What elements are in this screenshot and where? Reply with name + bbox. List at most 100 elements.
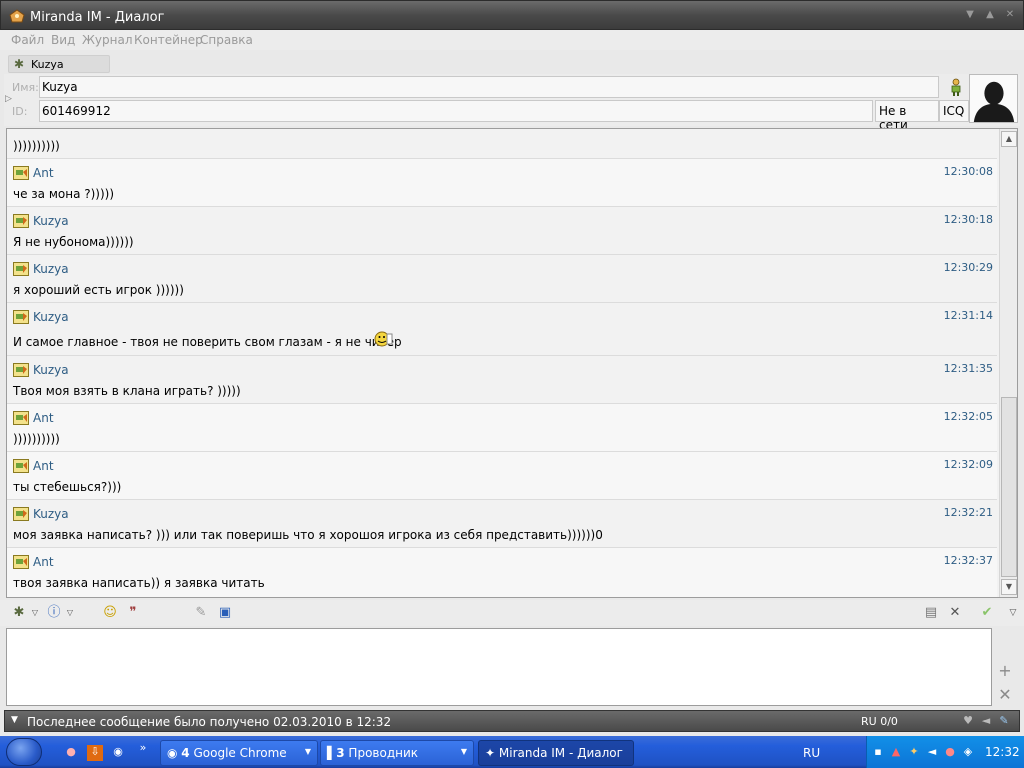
message-time: 12:32:05 [943, 410, 993, 423]
heart-icon[interactable]: ♥ [961, 714, 975, 728]
clock[interactable]: 12:32 [985, 745, 1020, 759]
message-nick[interactable]: Ant [33, 459, 54, 473]
message-text: ты стебешься?))) [13, 480, 122, 494]
quote-icon[interactable]: ❞ [124, 604, 142, 622]
menu-bar: Файл Вид Журнал Контейнер Справка [0, 30, 1024, 50]
message-text: Я не нубонома)))))) [13, 235, 134, 249]
outgoing-message-icon [13, 262, 29, 276]
message-text: Твоя моя взять в клана играть? ))))) [13, 384, 241, 398]
message-log[interactable]: )))))))))) Ant 12:30:08 че за мона ?))))… [6, 128, 1018, 598]
folder-icon: ▌ [327, 746, 337, 760]
sound-icon[interactable]: ◄ [979, 714, 993, 728]
status-bar: ▼ Последнее сообщение было получено 02.0… [4, 710, 1020, 732]
message-row: Ant 12:32:37 твоя заявка написать)) я за… [7, 548, 997, 597]
window-title-bar[interactable]: Miranda IM - Диалог ▼ ▲ ✕ [0, 0, 1024, 30]
gear-icon: ✱ [14, 57, 25, 71]
status-field: Не в сети [875, 100, 939, 132]
menu-container[interactable]: Контейнер [134, 33, 203, 47]
keyboard-language[interactable]: RU [803, 746, 820, 760]
tab-kuzya[interactable]: ✱ Kuzya [8, 55, 110, 73]
minimize-button[interactable]: ▼ [963, 8, 977, 22]
avatar[interactable] [969, 74, 1018, 123]
message-text: )))))))))) [13, 139, 60, 153]
miranda-app-icon [9, 9, 25, 23]
user-details-icon[interactable] [948, 78, 964, 96]
message-row: )))))))))) [7, 129, 997, 159]
expand-arrow-icon[interactable]: ▷ [5, 94, 12, 104]
incoming-message-icon [13, 411, 29, 425]
message-nick[interactable]: Kuzya [33, 363, 69, 377]
message-text: твоя заявка написать)) я заявка читать [13, 576, 265, 590]
taskbar-item-miranda[interactable]: ✦ Miranda IM - Диалог [478, 740, 634, 766]
message-time: 12:31:14 [943, 309, 993, 322]
smiley-emoticon-icon [374, 331, 393, 347]
close-window-button[interactable]: ✕ [1003, 8, 1017, 22]
message-text: я хороший есть игрок )))))) [13, 283, 184, 297]
message-time: 12:32:09 [943, 458, 993, 471]
menu-view[interactable]: Вид [51, 33, 75, 47]
id-field[interactable]: 601469912 [39, 100, 873, 122]
typing-notify-icon[interactable]: ✎ [997, 714, 1011, 728]
menu-file[interactable]: Файл [11, 33, 44, 47]
outgoing-message-icon [13, 363, 29, 377]
quicklaunch-cbs-icon[interactable]: ● [63, 745, 79, 761]
taskbar-item-explorer[interactable]: ▌3 Проводник ▼ [320, 740, 474, 766]
name-field[interactable]: Kuzya [39, 76, 939, 98]
message-nick[interactable]: Ant [33, 555, 54, 569]
message-row: Kuzya 12:32:21 моя заявка написать? ))) … [7, 500, 997, 548]
outgoing-message-icon [13, 507, 29, 521]
smiley-icon[interactable]: ☺ [101, 604, 119, 622]
message-log-scrollbar[interactable]: ▲ ▼ [999, 129, 1017, 597]
send-checkmark-icon[interactable]: ✔ [978, 604, 996, 622]
contact-info-panel: ▷ Имя: Kuzya ID: 601469912 Не в сети ICQ [4, 74, 1020, 132]
message-nick[interactable]: Kuzya [33, 507, 69, 521]
tray-app-icon[interactable]: ▪ [871, 745, 885, 759]
message-input[interactable] [6, 628, 992, 706]
message-text: че за мона ?))))) [13, 187, 115, 201]
maximize-button[interactable]: ▲ [983, 8, 997, 22]
quicklaunch-download-icon[interactable]: ⇩ [87, 745, 103, 761]
message-toolbar: ✱ ▽ ⓘ ▽ ☺ ❞ ✎ ▣ ▤ ✕ ✔ ▽ [0, 600, 1024, 626]
message-text: моя заявка написать? ))) или так повериш… [13, 528, 603, 542]
start-button[interactable] [6, 738, 42, 766]
close-icon[interactable]: ✕ [946, 604, 964, 622]
message-row: Ant 12:32:05 )))))))))) [7, 404, 997, 452]
tray-volume-icon[interactable]: ◄ [925, 745, 939, 759]
pen-icon[interactable]: ✎ [192, 604, 210, 622]
scroll-down-arrow-icon[interactable]: ▼ [1001, 579, 1017, 595]
clear-close-icon[interactable]: ✕ [996, 686, 1014, 704]
tray-alert-icon[interactable]: ▲ [889, 745, 903, 759]
save-history-icon[interactable]: ▣ [216, 604, 234, 622]
history-book-icon[interactable]: ▤ [922, 604, 940, 622]
send-options-chevron-icon[interactable]: ▽ [1004, 604, 1022, 622]
message-time: 12:32:21 [943, 506, 993, 519]
tray-security-shield-icon[interactable]: ◈ [961, 745, 975, 759]
name-label: Имя: [12, 81, 39, 94]
system-tray: ▪ ▲ ✦ ◄ ● ◈ 12:32 [866, 736, 1024, 768]
tab-label: Kuzya [31, 58, 64, 71]
quicklaunch-chrome-icon[interactable]: ◉ [110, 745, 126, 761]
taskbar-item-chrome[interactable]: ◉ 4 Google Chrome ▼ [160, 740, 318, 766]
tray-antivirus-icon[interactable]: ● [943, 745, 957, 759]
message-row: Ant 12:32:09 ты стебешься?))) [7, 452, 997, 500]
scroll-thumb[interactable] [1001, 397, 1017, 577]
menu-history[interactable]: Журнал [82, 33, 133, 47]
plus-icon[interactable]: + [996, 662, 1014, 680]
message-nick[interactable]: Kuzya [33, 310, 69, 324]
message-nick[interactable]: Ant [33, 166, 54, 180]
menu-help[interactable]: Справка [200, 33, 253, 47]
message-nick[interactable]: Kuzya [33, 262, 69, 276]
message-nick[interactable]: Ant [33, 411, 54, 425]
message-nick[interactable]: Kuzya [33, 214, 69, 228]
quicklaunch-more-icon[interactable]: » [135, 741, 151, 757]
chevron-down-icon[interactable]: ▽ [61, 604, 79, 622]
message-row: Kuzya 12:31:35 Твоя моя взять в клана иг… [7, 356, 997, 404]
scroll-up-arrow-icon[interactable]: ▲ [1001, 131, 1017, 147]
chevron-down-icon[interactable]: ▽ [26, 604, 44, 622]
status-dropdown-icon[interactable]: ▼ [11, 715, 18, 725]
incoming-message-icon [13, 459, 29, 473]
chevron-down-icon: ▼ [304, 747, 311, 756]
tray-miranda-icon[interactable]: ✦ [907, 745, 921, 759]
message-time: 12:32:37 [943, 554, 993, 567]
message-time: 12:30:08 [943, 165, 993, 178]
